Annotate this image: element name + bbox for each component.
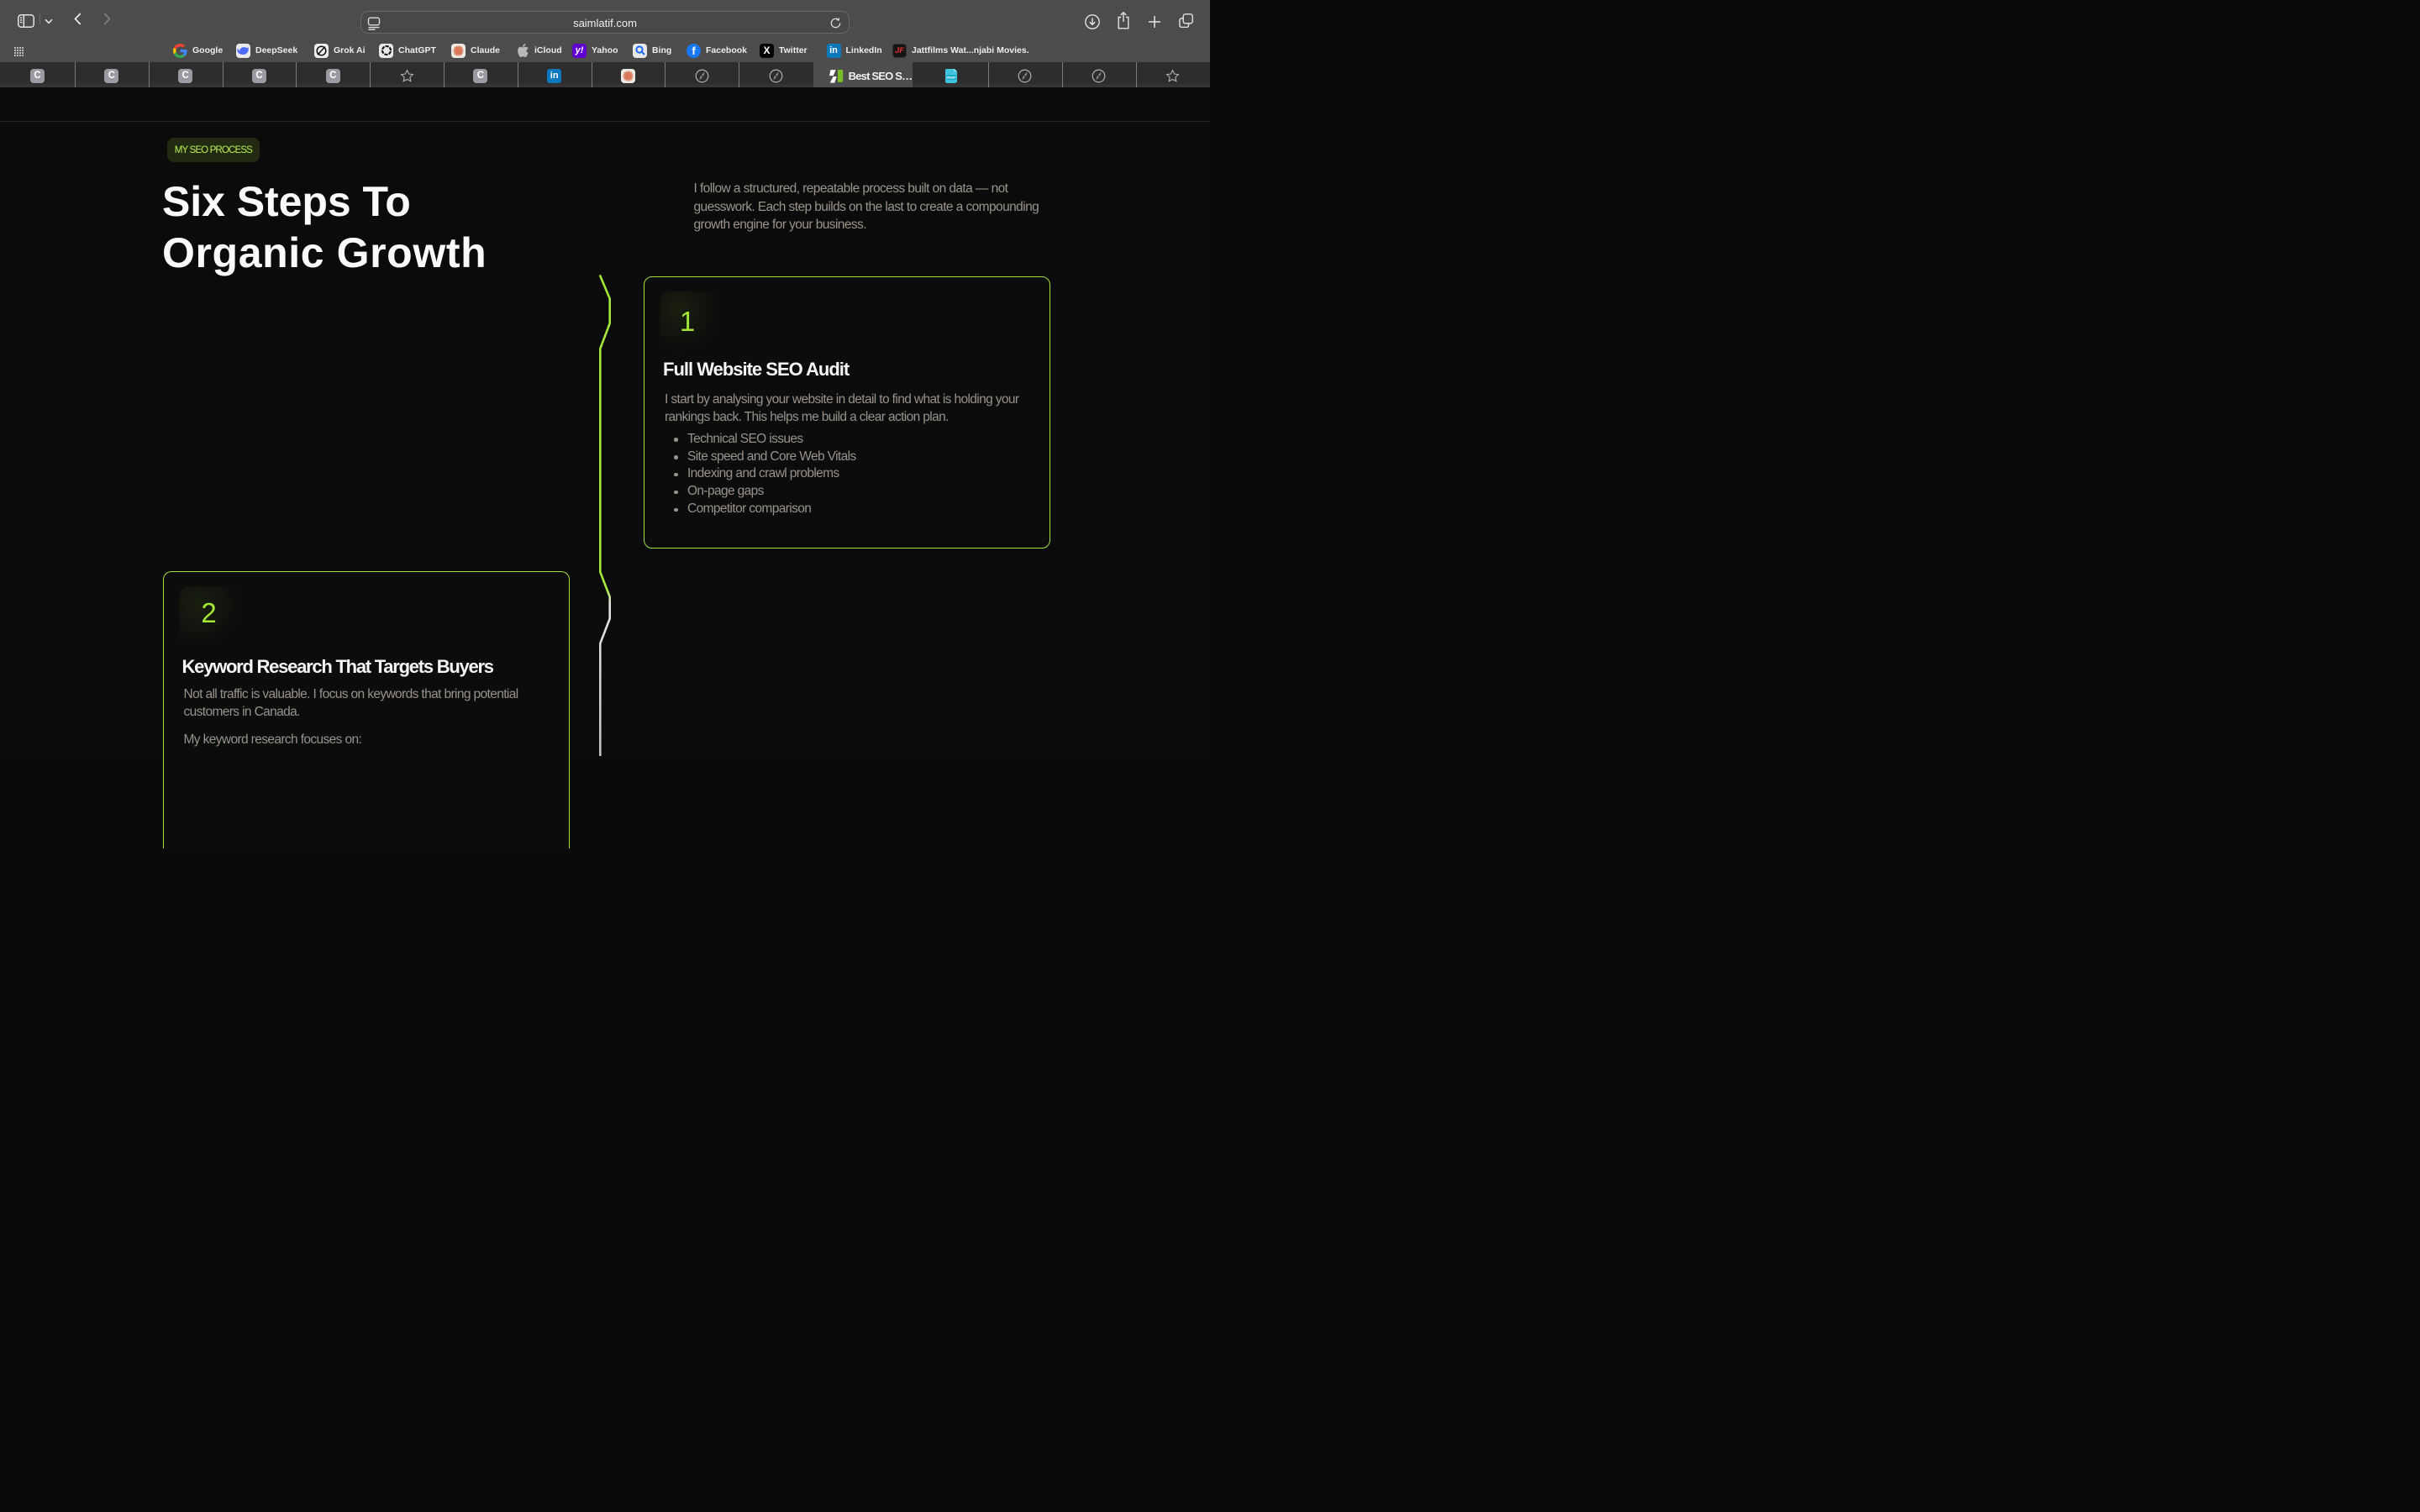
svg-text:WEBP: WEBP [946,76,955,79]
